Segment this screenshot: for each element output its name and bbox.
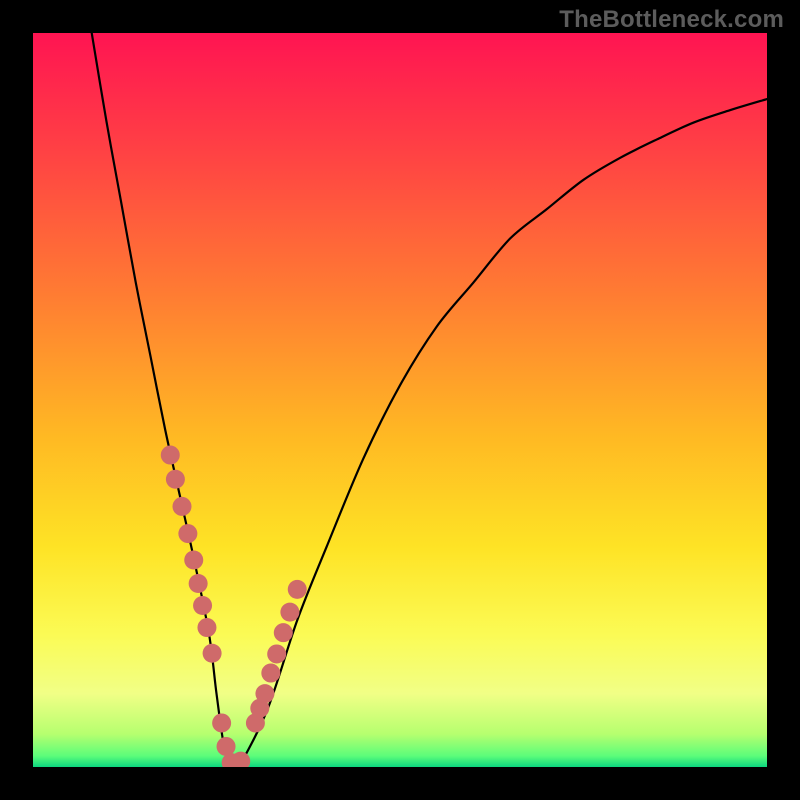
highlight-point	[217, 737, 236, 756]
chart-svg	[33, 33, 767, 767]
highlight-point	[184, 551, 203, 570]
highlight-point	[193, 596, 212, 615]
highlight-point	[261, 664, 280, 683]
chart-frame: TheBottleneck.com	[0, 0, 800, 800]
highlight-point	[212, 713, 231, 732]
highlight-point	[267, 644, 286, 663]
highlight-point	[197, 618, 216, 637]
highlight-point	[280, 603, 299, 622]
highlight-point	[255, 684, 274, 703]
highlight-point	[173, 497, 192, 516]
highlight-point	[166, 470, 185, 489]
highlight-point	[178, 524, 197, 543]
highlight-point	[203, 644, 222, 663]
highlight-point	[288, 580, 307, 599]
plot-area	[33, 33, 767, 767]
gradient-background	[33, 33, 767, 767]
watermark-text: TheBottleneck.com	[559, 6, 784, 34]
highlight-point	[274, 623, 293, 642]
highlight-point	[189, 574, 208, 593]
highlight-point	[161, 446, 180, 465]
